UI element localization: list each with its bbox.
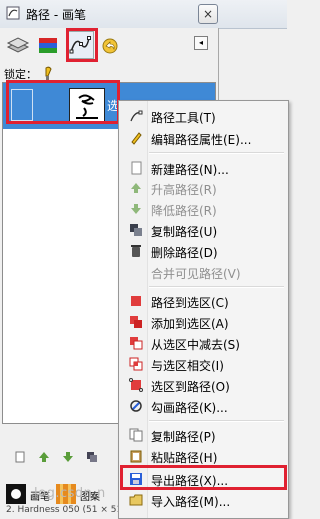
tab-menu-button[interactable]: ◂ [194, 36, 208, 50]
menu-item-path-to-selection[interactable]: 路径到选区(C) [119, 291, 288, 311]
close-button[interactable]: × [198, 4, 218, 24]
import-path-icon [129, 494, 143, 506]
layers-icon [6, 37, 30, 53]
channels-icon [39, 38, 57, 53]
highlight-path-row [6, 80, 120, 124]
title-bar: 路径 - 画笔 × [0, 0, 287, 29]
duplicate-path-button-icon[interactable] [86, 451, 98, 463]
menu-item-raise-path[interactable]: 升高路径(R) [119, 178, 288, 198]
menu-item-path-tool[interactable]: 路径工具(T) [119, 106, 288, 126]
stroke-path-icon [130, 400, 142, 412]
lower-path-button-icon[interactable] [62, 451, 74, 463]
duplicate-icon [130, 224, 142, 236]
menu-item-intersect-selection[interactable]: 与选区相交(I) [119, 354, 288, 374]
dock-tabs: ◂ [0, 28, 218, 62]
lower-icon [131, 204, 141, 214]
menu-separator [149, 420, 284, 422]
undo-history-icon [102, 38, 118, 54]
highlight-paths-tab [66, 28, 98, 62]
menu-item-merge-visible[interactable]: 合并可见路径(V) [119, 262, 288, 282]
paths-app-icon [6, 6, 20, 20]
context-menu: 路径工具(T) 编辑路径属性(E)... 新建路径(N)... 升高路径(R) … [118, 100, 289, 519]
raise-path-button-icon[interactable] [38, 451, 50, 463]
menu-item-subtract-from-selection[interactable]: 从选区中减去(S) [119, 333, 288, 353]
brush-tab-icon[interactable] [6, 484, 26, 504]
tab-layers[interactable] [4, 31, 32, 59]
menu-item-paste-path[interactable]: 粘贴路径(H) [119, 446, 288, 466]
menu-item-edit-attributes[interactable]: 编辑路径属性(E)... [119, 128, 288, 148]
window-title: 路径 - 画笔 [26, 8, 86, 22]
copy-path-icon [129, 428, 143, 442]
path-tool-icon [130, 110, 143, 122]
menu-item-stroke-path[interactable]: 勾画路径(K)... [119, 396, 288, 416]
edit-attributes-icon [131, 132, 142, 145]
menu-item-lower-path[interactable]: 降低路径(R) [119, 199, 288, 219]
raise-icon [131, 183, 141, 193]
menu-item-import-path[interactable]: 导入路径(M)... [119, 490, 288, 510]
highlight-export-path [120, 465, 287, 490]
menu-item-copy-path[interactable]: 复制路径(P) [119, 425, 288, 445]
menu-item-delete-path[interactable]: 删除路径(D) [119, 241, 288, 261]
tab-channels[interactable] [34, 31, 62, 59]
delete-icon [131, 245, 141, 257]
menu-item-selection-to-path[interactable]: 选区到路径(O) [119, 375, 288, 395]
menu-item-duplicate-path[interactable]: 复制路径(U) [119, 220, 288, 240]
selection-to-path-icon [129, 378, 143, 392]
menu-item-add-to-selection[interactable]: 添加到选区(A) [119, 312, 288, 332]
menu-separator [149, 286, 284, 288]
subtract-icon [130, 337, 143, 350]
tab-undo-history[interactable] [96, 31, 124, 59]
add-to-selection-icon [130, 316, 142, 328]
watermark-left: log.csdn.n [34, 486, 106, 501]
lock-brush-icon[interactable] [40, 65, 56, 81]
new-path-button-icon[interactable] [14, 451, 26, 463]
paste-path-icon [130, 450, 142, 463]
path-to-selection-icon [131, 296, 141, 306]
menu-separator [149, 152, 284, 154]
menu-item-new-path[interactable]: 新建路径(N)... [119, 158, 288, 178]
brush-status: 2. Hardness 050 (51 × 51) [6, 505, 126, 515]
intersect-icon [129, 357, 143, 371]
new-path-icon [131, 161, 142, 175]
